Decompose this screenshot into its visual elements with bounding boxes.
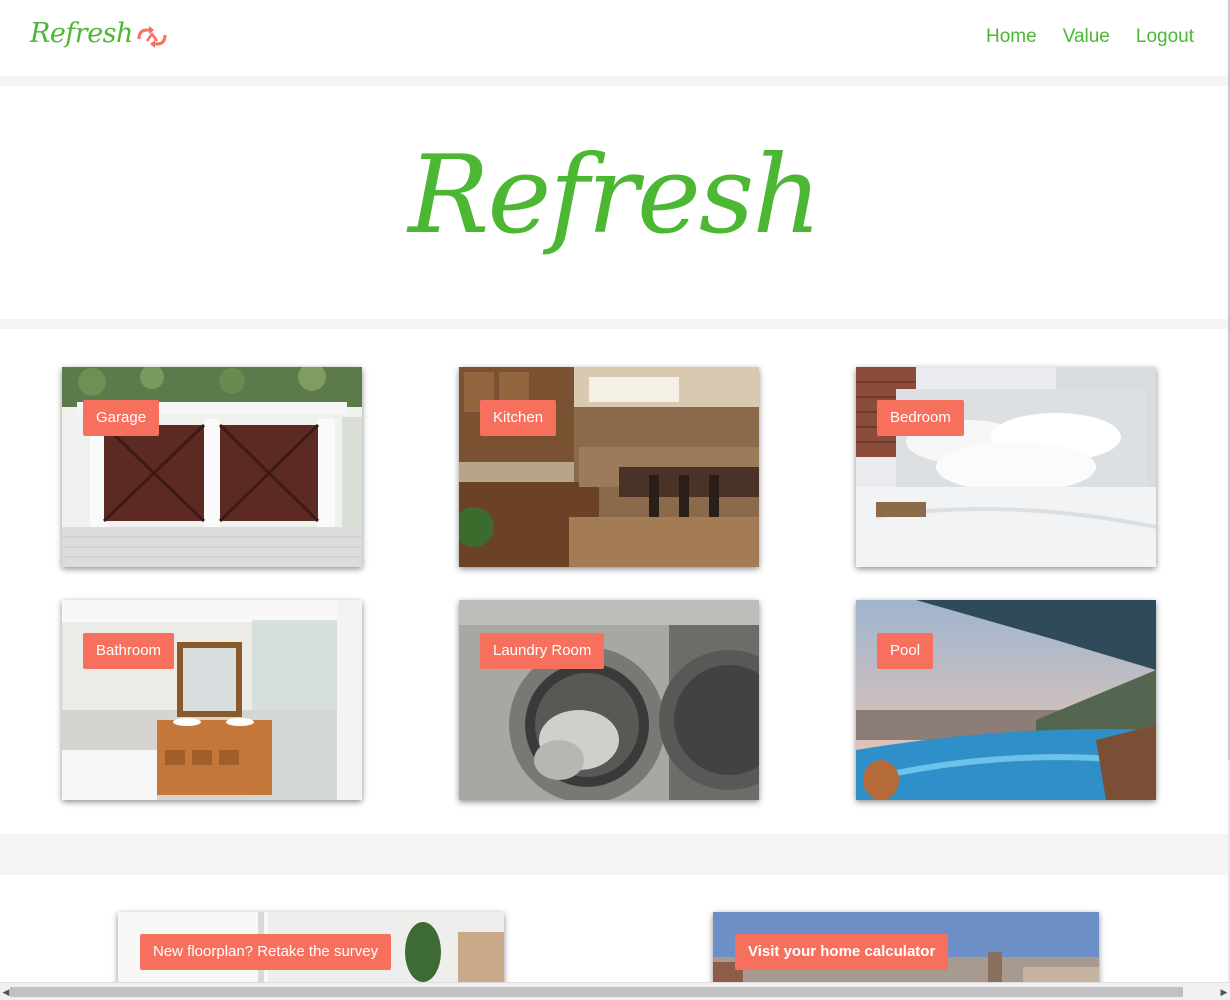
room-label: Kitchen <box>480 400 557 436</box>
nav-home-link[interactable]: Home <box>986 26 1037 48</box>
room-label: Garage <box>83 400 160 436</box>
nav-menu: Home Value Logout <box>986 26 1194 48</box>
hero-title: Refresh <box>408 133 822 258</box>
section-divider <box>0 834 1228 875</box>
scroll-right-icon[interactable]: ▶ <box>1218 986 1230 998</box>
room-label: Laundry Room <box>480 633 605 669</box>
actions-section: New floorplan? Retake the survey Visit y… <box>0 875 1228 992</box>
horizontal-scrollbar[interactable]: ◀ ▶ <box>0 982 1230 1000</box>
retake-survey-button[interactable]: New floorplan? Retake the survey <box>140 934 392 970</box>
room-card-pool[interactable]: Pool <box>856 600 1156 800</box>
section-divider <box>0 319 1228 329</box>
bedroom-photo <box>856 367 1156 567</box>
hero-section: Refresh <box>0 86 1228 319</box>
brand-name: Refresh <box>30 18 133 49</box>
retake-survey-card[interactable]: New floorplan? Retake the survey <box>118 912 504 992</box>
navbar: Refresh Home Value Logout <box>0 0 1228 76</box>
room-card-bathroom[interactable]: Bathroom <box>62 600 362 800</box>
room-label: Bathroom <box>83 633 175 669</box>
brand-logo-link[interactable]: Refresh <box>30 18 169 49</box>
room-card-laundry-room[interactable]: Laundry Room <box>459 600 759 800</box>
bathroom-photo <box>62 600 362 800</box>
room-label: Pool <box>877 633 934 669</box>
room-card-garage[interactable]: Garage <box>62 367 362 567</box>
refresh-arrows-icon <box>137 25 167 48</box>
garage-photo <box>62 367 362 567</box>
home-calculator-card[interactable]: Visit your home calculator <box>713 912 1099 992</box>
room-card-kitchen[interactable]: Kitchen <box>459 367 759 567</box>
horizontal-scrollbar-thumb[interactable] <box>10 987 1183 997</box>
pool-photo <box>856 600 1156 800</box>
section-divider <box>0 76 1228 86</box>
laundry-room-photo <box>459 600 759 800</box>
nav-value-link[interactable]: Value <box>1063 26 1110 48</box>
rooms-grid: Garage Kitchen Bedroom Bathroom Laundry … <box>0 329 1228 834</box>
room-label: Bedroom <box>877 400 964 436</box>
room-card-bedroom[interactable]: Bedroom <box>856 367 1156 567</box>
home-calculator-button[interactable]: Visit your home calculator <box>735 934 949 970</box>
page: Refresh Home Value Logout Refresh Garage… <box>0 0 1230 1000</box>
kitchen-photo <box>459 367 759 567</box>
nav-logout-link[interactable]: Logout <box>1136 26 1194 48</box>
